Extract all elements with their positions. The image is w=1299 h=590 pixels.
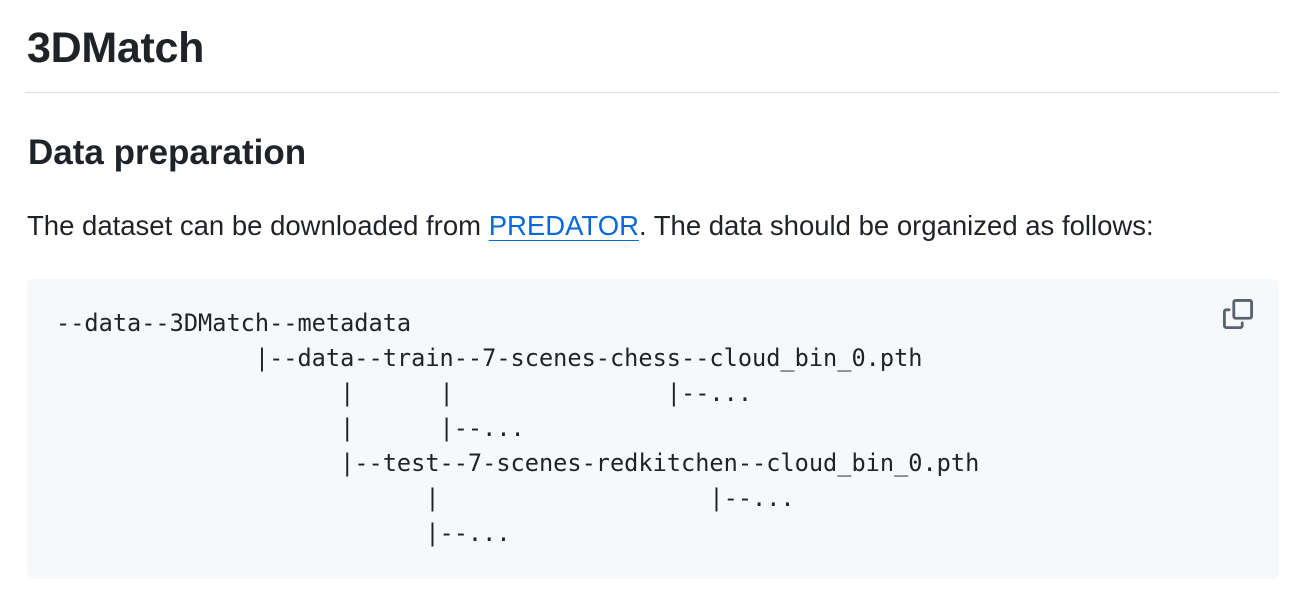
copy-icon [1223,298,1253,334]
intro-paragraph: The dataset can be downloaded from PREDA… [27,207,1154,245]
heading-divider [25,92,1279,93]
page-title: 3DMatch [27,24,205,72]
section-heading: Data preparation [28,133,307,172]
intro-text-before: The dataset can be downloaded from [27,210,489,241]
intro-text-after: . The data should be organized as follow… [638,210,1154,241]
predator-link[interactable]: PREDATOR [489,210,639,241]
copy-button[interactable] [1221,298,1255,334]
code-text: --data--3DMatch--metadata |--data--train… [56,309,980,547]
code-block: --data--3DMatch--metadata |--data--train… [27,279,1279,579]
